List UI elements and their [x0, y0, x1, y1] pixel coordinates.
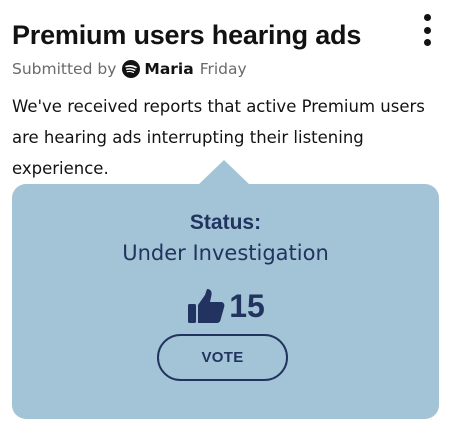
status-label: Status: [189, 211, 262, 234]
author-name[interactable]: Maria [144, 60, 193, 78]
post-meta: Submitted by Maria Friday [12, 60, 247, 78]
status-card: Status: Under Investigation 15 VOTE [12, 160, 439, 419]
menu-dot [423, 14, 431, 21]
thumbs-up-icon [188, 289, 225, 323]
menu-dot [423, 39, 431, 46]
menu-dot [423, 26, 431, 34]
post-title: Premium users hearing ads [12, 20, 362, 50]
vote-button[interactable]: VOTE [157, 334, 288, 381]
post-timestamp: Friday [199, 60, 247, 78]
vote-count: 15 [229, 287, 265, 324]
spotify-logo-icon [122, 60, 141, 78]
submitted-by-label: Submitted by [12, 60, 117, 78]
more-options-icon[interactable] [418, 14, 436, 46]
status-value: Under Investigation [122, 241, 329, 265]
vote-summary: 15 [12, 286, 439, 326]
